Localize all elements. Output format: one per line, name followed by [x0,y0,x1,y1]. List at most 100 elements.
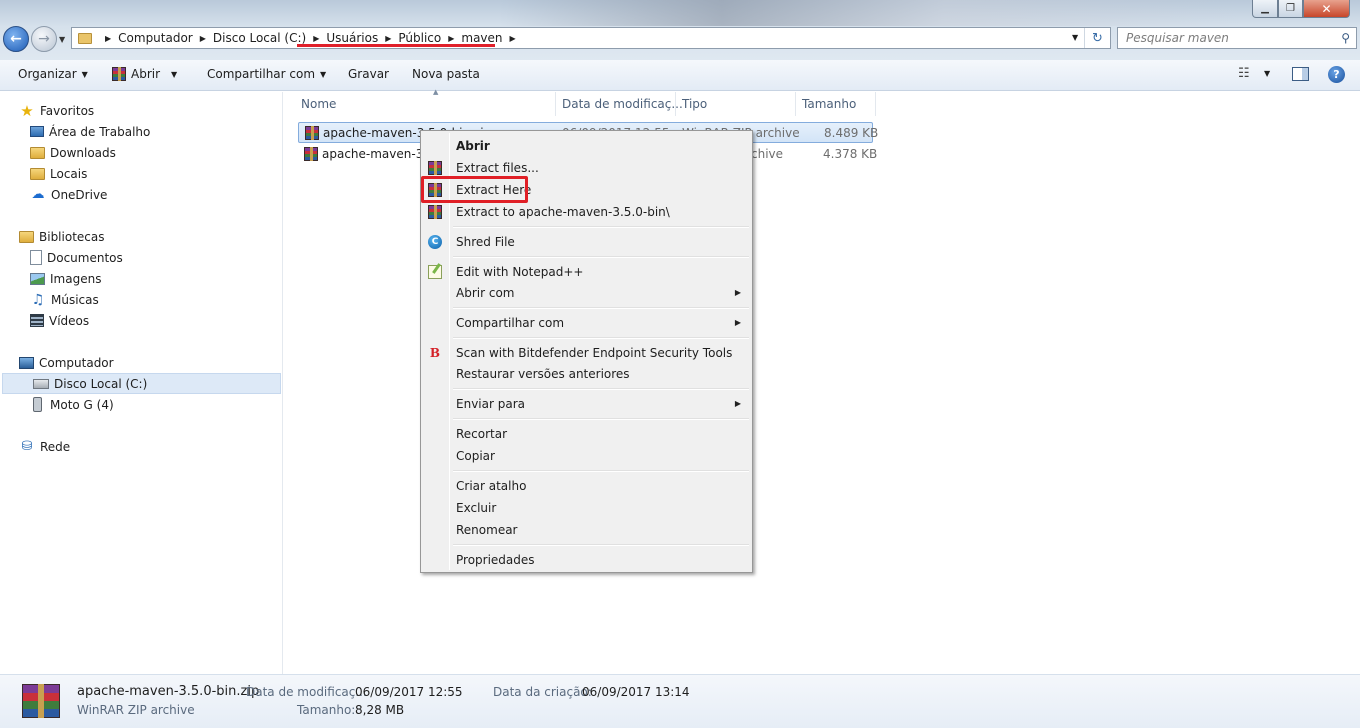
back-arrow-icon: ← [10,31,22,47]
document-icon [30,250,42,265]
menu-item-properties[interactable]: Propriedades [423,549,750,570]
menu-label: Excluir [456,500,497,515]
details-file-type: WinRAR ZIP archive [77,703,195,717]
menu-item-share-with[interactable]: Compartilhar com ▶ [423,312,750,333]
minimize-button[interactable]: ▁ [1252,0,1278,18]
chevron-down-icon: ▼ [81,69,88,79]
breadcrumb-usuarios[interactable]: Usuários [326,31,378,45]
menu-label: Shred File [456,234,515,249]
column-label: Tipo [682,97,708,111]
nav-item-desktop[interactable]: Área de Trabalho [0,121,282,142]
search-box[interactable]: ⚲ [1117,27,1357,49]
breadcrumb-computador[interactable]: Computador [118,31,193,45]
menu-item-delete[interactable]: Excluir [423,497,750,518]
menu-item-copy[interactable]: Copiar [423,445,750,466]
open-button[interactable]: Abrir ▼ [112,67,177,81]
image-icon [30,272,45,285]
maximize-button[interactable]: ❐ [1278,0,1303,18]
details-file-name: apache-maven-3.5.0-bin.zip [77,684,260,699]
breadcrumb-maven[interactable]: maven [461,31,502,45]
menu-label: Renomear [456,522,518,537]
address-bar[interactable]: ▶ Computador ▶ Disco Local (C:) ▶ Usuári… [71,27,1111,49]
nav-item-documents[interactable]: Documentos [0,247,282,268]
chevron-right-icon[interactable]: ▶ [448,34,454,43]
chevron-right-icon[interactable]: ▶ [510,34,516,43]
nav-favorites[interactable]: ★ Favoritos [0,100,282,121]
new-folder-button[interactable]: Nova pasta [412,67,480,81]
nav-item-downloads[interactable]: Downloads [0,142,282,163]
menu-item-send-to[interactable]: Enviar para ▶ [423,393,750,414]
menu-item-restore-versions[interactable]: Restaurar versões anteriores [423,363,750,384]
burn-button[interactable]: Gravar [348,67,389,81]
film-icon [30,314,44,327]
nav-libraries[interactable]: Bibliotecas [0,226,282,247]
new-folder-label: Nova pasta [412,67,480,81]
address-dropdown-icon[interactable]: ▼ [1072,33,1078,42]
menu-item-rename[interactable]: Renomear [423,519,750,540]
search-input[interactable] [1126,31,1326,45]
menu-item-create-shortcut[interactable]: Criar atalho [423,475,750,496]
help-icon[interactable]: ? [1328,66,1345,83]
nav-item-onedrive[interactable]: ☁ OneDrive [0,184,282,205]
menu-label: Propriedades [456,552,535,567]
nav-item-music[interactable]: ♫ Músicas [0,289,282,310]
menu-item-extract-to[interactable]: Extract to apache-maven-3.5.0-bin\ [423,201,750,222]
column-label: Data de modificaç... [562,97,683,111]
nav-item-moto-g[interactable]: Moto G (4) [0,394,282,415]
menu-item-edit-notepad[interactable]: Edit with Notepad++ [423,261,750,282]
burn-label: Gravar [348,67,389,81]
menu-separator [453,470,749,472]
extract-here-highlight-box [421,176,528,203]
nav-item-images[interactable]: Imagens [0,268,282,289]
hard-drive-icon [33,378,49,389]
view-options-icon[interactable]: ☷ [1238,66,1250,81]
menu-item-open-with[interactable]: Abrir com ▶ [423,282,750,303]
chevron-right-icon[interactable]: ▶ [313,34,319,43]
organize-button[interactable]: Organizar ▼ [18,67,88,81]
breadcrumb-disco-local[interactable]: Disco Local (C:) [213,31,306,45]
menu-item-shred-file[interactable]: C Shred File [423,231,750,252]
menu-item-scan-bitdefender[interactable]: B Scan with Bitdefender Endpoint Securit… [423,342,750,363]
breadcrumb-publico[interactable]: Público [398,31,441,45]
recent-pages-dropdown-icon[interactable]: ▼ [59,35,65,44]
nav-network[interactable]: ⛁ Rede [0,436,282,457]
chevron-down-icon[interactable]: ▼ [1264,69,1270,78]
back-button[interactable]: ← [3,26,29,52]
forward-button[interactable]: → [31,26,57,52]
column-header-modified[interactable]: Data de modificaç... [556,92,683,116]
menu-label: Extract to apache-maven-3.5.0-bin\ [456,204,670,219]
menu-item-cut[interactable]: Recortar [423,423,750,444]
search-icon[interactable]: ⚲ [1341,31,1350,45]
bitdefender-icon: B [429,346,441,360]
chevron-right-icon[interactable]: ▶ [385,34,391,43]
navigation-pane: ★ Favoritos Área de Trabalho Downloads L… [0,92,283,674]
details-modified-label: Data de modificaç... [246,685,367,699]
nav-item-videos[interactable]: Vídeos [0,310,282,331]
details-created-value: 06/09/2017 13:14 [582,685,690,699]
menu-label: Criar atalho [456,478,527,493]
share-with-button[interactable]: Compartilhar com ▼ [207,67,326,81]
refresh-icon[interactable]: ↻ [1084,28,1110,48]
nav-item-locais[interactable]: Locais [0,163,282,184]
sort-ascending-icon: ▲ [433,88,439,96]
cloud-icon: ☁ [31,187,45,202]
menu-separator [453,388,749,390]
nav-computer[interactable]: Computador [0,352,282,373]
submenu-arrow-icon: ▶ [734,288,741,297]
share-with-label: Compartilhar com [207,67,316,81]
preview-pane-icon[interactable] [1292,67,1309,81]
column-header-type[interactable]: Tipo [676,92,796,116]
details-size-value: 8,28 MB [355,703,405,717]
notepad-plus-plus-icon [427,264,443,280]
chevron-right-icon[interactable]: ▶ [200,34,206,43]
nav-item-local-disk[interactable]: Disco Local (C:) [2,373,281,394]
menu-item-extract-files[interactable]: Extract files... [423,157,750,178]
chevron-right-icon[interactable]: ▶ [105,34,111,43]
column-header-size[interactable]: Tamanho [796,92,876,116]
menu-item-open[interactable]: Abrir [423,135,750,156]
nav-label: Músicas [51,292,99,307]
close-button[interactable]: ✕ [1303,0,1350,18]
title-background [500,0,1240,26]
column-header-name[interactable]: Nome ▲ [295,88,556,116]
menu-label: Restaurar versões anteriores [456,366,630,381]
